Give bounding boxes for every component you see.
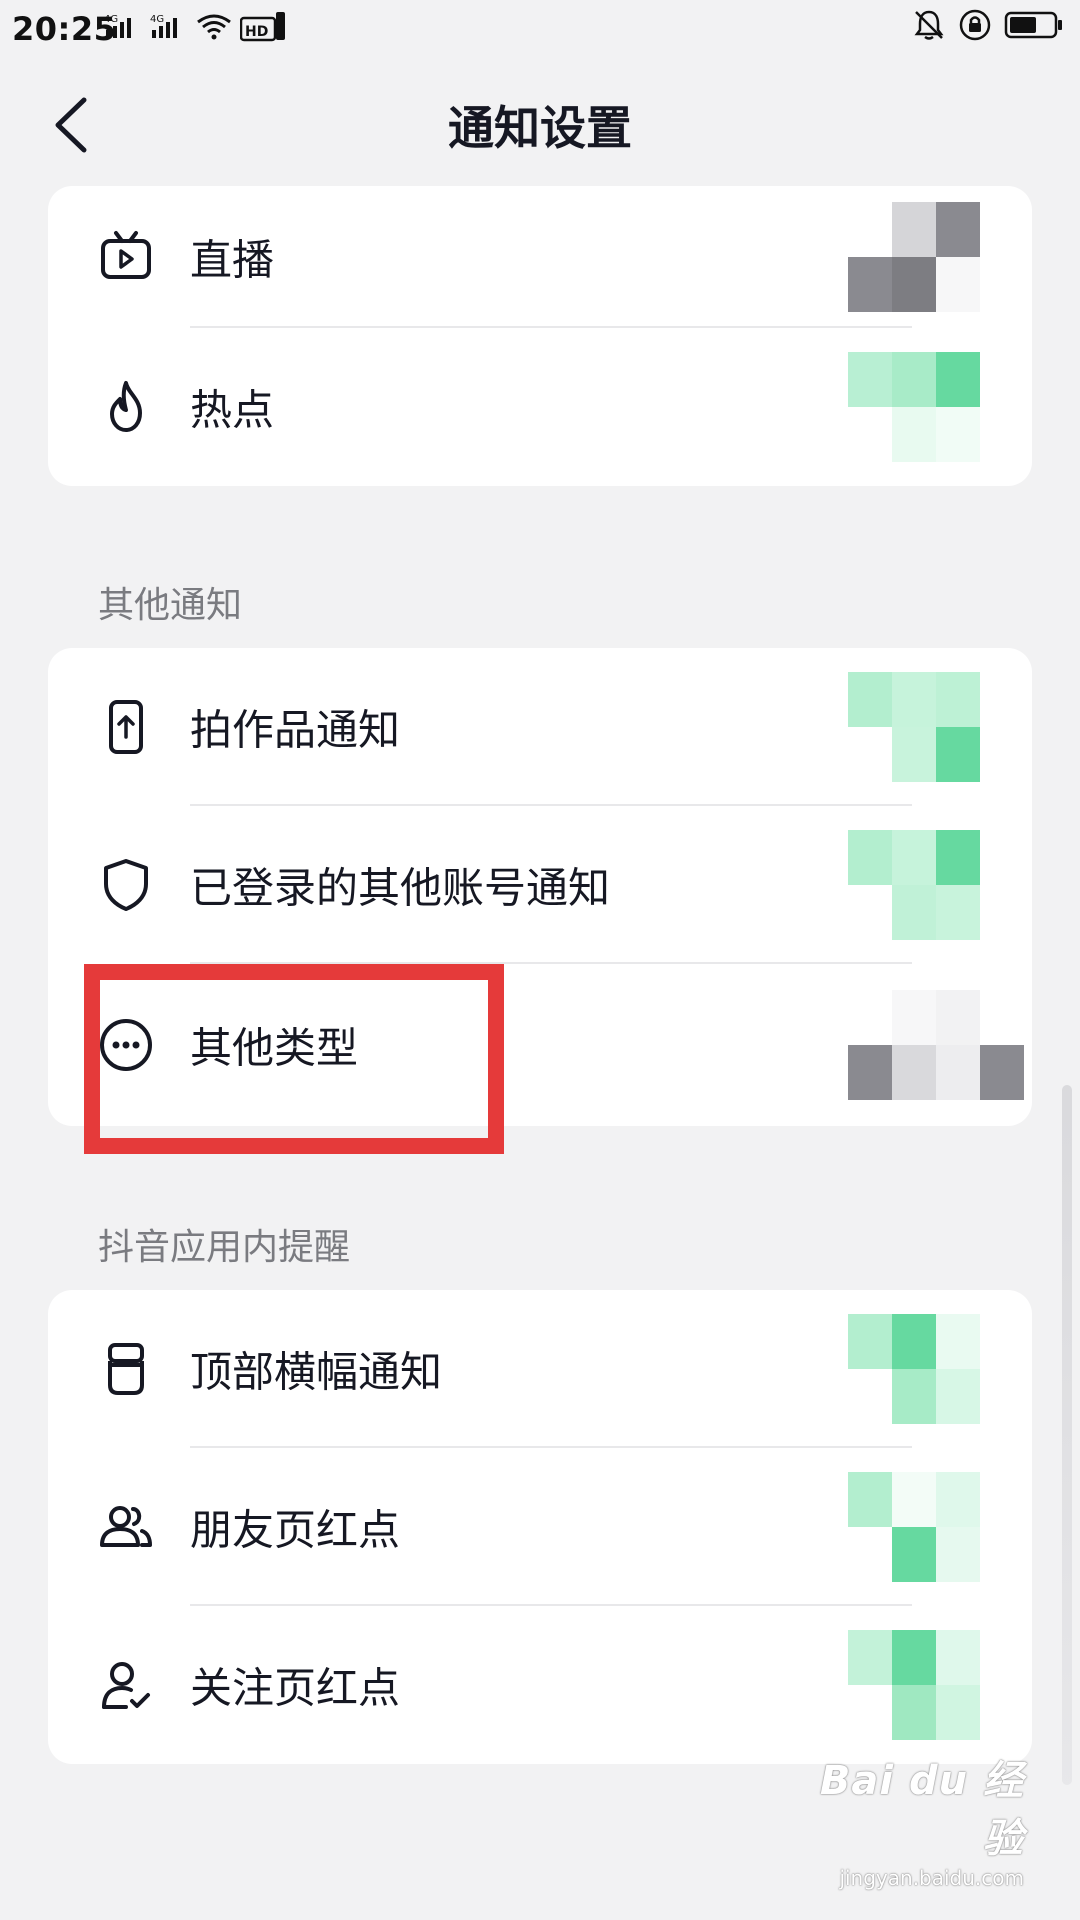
flame-icon [110, 381, 142, 432]
toggle-switch-friends-dot[interactable] [848, 1472, 1024, 1582]
settings-row-live[interactable]: 直播 [48, 186, 1032, 328]
settings-row-upload[interactable]: 拍作品通知 [48, 648, 1032, 806]
settings-row-label: 直播 [190, 235, 275, 285]
hd-call-icon: HD [240, 12, 285, 42]
settings-row-label: 热点 [190, 385, 275, 435]
user-check-icon [102, 1662, 150, 1709]
settings-row-other-accounts[interactable]: 已登录的其他账号通知 [48, 806, 1032, 964]
header: 通知设置 [0, 80, 1080, 170]
svg-text:HD: HD [245, 24, 268, 40]
toggle-switch-live[interactable] [848, 202, 1024, 312]
status-right-icons [912, 8, 1064, 42]
settings-row-top-banner[interactable]: 顶部横幅通知 [48, 1290, 1032, 1448]
scrollbar[interactable] [1062, 1085, 1072, 1785]
bell-muted-icon [914, 10, 944, 40]
toggle-switch-other-types[interactable] [848, 990, 1024, 1100]
banner-cup-icon [108, 1343, 144, 1395]
signal-4g-icon: 4G [104, 14, 131, 38]
card-top: 直播 热点 [48, 186, 1032, 486]
watermark: Bai du 经验 jingyan.baidu.com [804, 1748, 1024, 1890]
status-left-icons: 4G 4G HD [104, 10, 286, 42]
settings-row-hot[interactable]: 热点 [48, 328, 1032, 486]
settings-row-label: 拍作品通知 [190, 705, 401, 755]
settings-row-label: 已登录的其他账号通知 [190, 863, 611, 913]
toggle-switch-follow-dot[interactable] [848, 1630, 1024, 1740]
wifi-icon [197, 14, 231, 40]
toggle-switch-other-accounts[interactable] [848, 830, 1024, 940]
svg-text:4G: 4G [104, 14, 118, 25]
watermark-brand: Bai du 经验 [819, 1758, 1024, 1862]
settings-row-label: 顶部横幅通知 [190, 1347, 443, 1397]
rotation-lock-icon [959, 9, 991, 41]
settings-row-label: 关注页红点 [190, 1663, 401, 1713]
page-title: 通知设置 [448, 101, 632, 155]
watermark-url: jingyan.baidu.com [839, 1866, 1024, 1890]
toggle-switch-top-banner[interactable] [848, 1314, 1024, 1424]
section-title-in-app: 抖音应用内提醒 [98, 1227, 351, 1268]
live-tv-icon [101, 231, 151, 279]
settings-row-follow-dot[interactable]: 关注页红点 [48, 1606, 1032, 1764]
toggle-switch-hot[interactable] [848, 352, 1024, 462]
phone-upload-icon [109, 700, 143, 754]
card-in-app: 顶部横幅通知 朋友页红点 关注页红点 [48, 1290, 1032, 1764]
battery-icon [1004, 11, 1062, 39]
shield-icon [104, 859, 148, 911]
signal-4g-icon: 4G [150, 14, 177, 38]
toggle-switch-upload[interactable] [848, 672, 1024, 782]
friends-icon [100, 1506, 152, 1547]
section-title-other: 其他通知 [98, 585, 243, 626]
settings-row-friends-dot[interactable]: 朋友页红点 [48, 1448, 1032, 1606]
svg-text:4G: 4G [150, 14, 164, 25]
highlight-box [84, 964, 504, 1154]
status-time: 20:25 [12, 10, 117, 48]
settings-row-label: 朋友页红点 [190, 1505, 401, 1555]
status-bar: 20:25 4G 4G HD [0, 0, 1080, 60]
